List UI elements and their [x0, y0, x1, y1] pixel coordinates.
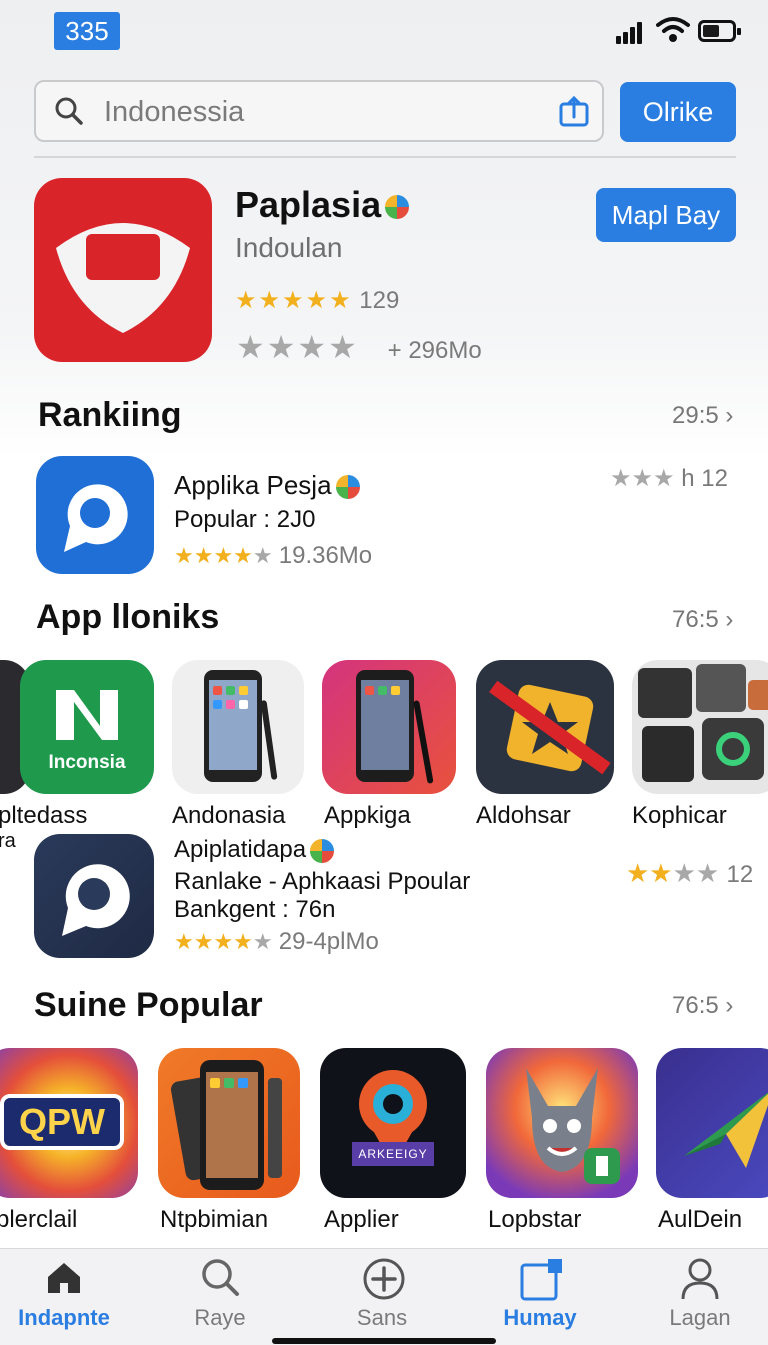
- app-label: pltedass: [0, 802, 88, 829]
- search-icon: [55, 97, 83, 125]
- home-icon: [48, 1263, 80, 1293]
- section-see-all-app-icons[interactable]: 76:5 ›: [672, 606, 733, 634]
- app-icon-applika[interactable]: [36, 456, 154, 574]
- verified-badge-icon: [310, 838, 335, 863]
- app-label: Applier: [324, 1206, 399, 1233]
- app-popularity: Popular : 2J0: [174, 506, 316, 533]
- side-rating: ★★★ h 12: [610, 465, 728, 492]
- section-title-suine-popular: Suine Popular: [34, 986, 263, 1024]
- tab-home[interactable]: Indapnte: [4, 1249, 124, 1345]
- star-rating-icon: ★★★★★: [235, 287, 353, 314]
- star-rating-icon: ★★★★: [174, 929, 253, 954]
- app-name: Apiplatidapa: [174, 836, 335, 864]
- app-label: AulDein: [658, 1206, 743, 1233]
- icon-label: QPW: [0, 1094, 124, 1150]
- home-indicator: [272, 1338, 496, 1344]
- divider: [34, 156, 736, 158]
- featured-rating: ★★★★★ 129: [235, 287, 400, 314]
- app-icon-apiplatidapa[interactable]: [34, 834, 154, 958]
- search-bar[interactable]: [34, 80, 604, 142]
- share-icon[interactable]: [558, 95, 590, 127]
- app-icon-ntpbimian[interactable]: [158, 1048, 300, 1198]
- featured-app-title: Paplasia: [235, 184, 410, 226]
- tab-search[interactable]: Raye: [160, 1249, 280, 1345]
- app-description: Ranlake - Aphkaasi Ppoular: [174, 868, 471, 895]
- star-rating-icon: ★★★★: [174, 543, 253, 568]
- app-label: Ntpbimian: [160, 1206, 269, 1233]
- app-ranking: Bankgent : 76n: [174, 896, 336, 923]
- verified-badge-icon: [385, 195, 410, 220]
- star-rating-icon: ★★: [626, 858, 673, 888]
- plus-circle-icon: [363, 1258, 405, 1300]
- app-icon-qpw[interactable]: QPW: [0, 1048, 138, 1198]
- featured-size-row: ★★★★ + 296Mo: [236, 329, 482, 365]
- tab-humay[interactable]: Humay: [480, 1249, 600, 1345]
- app-icon-andonasia[interactable]: [172, 660, 304, 794]
- wifi-icon: [656, 17, 690, 42]
- cellular-signal-icon: [616, 22, 644, 44]
- icon-label: ARKEEIGY: [352, 1142, 434, 1166]
- section-see-all-ranking[interactable]: 29:5 ›: [672, 402, 733, 430]
- app-icon-auldein[interactable]: [656, 1048, 768, 1198]
- section-title-app-icons: App lloniks: [36, 598, 220, 636]
- tab-profile[interactable]: Lagan: [640, 1249, 760, 1345]
- app-icon-lopbstar[interactable]: [486, 1048, 638, 1198]
- featured-app-subtitle: Indoulan: [235, 232, 343, 263]
- app-name: Applika Pesja: [174, 470, 360, 501]
- star-rating-icon: ★★★★: [236, 329, 359, 365]
- app-icon-appkiga[interactable]: [322, 660, 456, 794]
- battery-icon: [698, 20, 741, 42]
- status-time: 335: [54, 12, 120, 50]
- tab-create[interactable]: Sans: [322, 1249, 442, 1345]
- online-button[interactable]: Olrike: [620, 82, 736, 142]
- app-label: Aldohsar: [476, 802, 571, 829]
- app-icon-kophicar[interactable]: [632, 660, 768, 794]
- side-rating: ★★★★ 12: [626, 858, 754, 888]
- app-icon-applier[interactable]: ARKEEIGY: [320, 1048, 466, 1198]
- app-label: Kophicar: [632, 802, 727, 829]
- app-label: Lopbstar: [488, 1206, 582, 1233]
- app-label: ra: [0, 830, 16, 852]
- search-input[interactable]: [104, 94, 524, 130]
- app-label: plerclail: [0, 1206, 78, 1233]
- app-label: Appkiga: [324, 802, 411, 829]
- person-icon: [681, 1258, 719, 1300]
- section-see-all-popular[interactable]: 76:5 ›: [672, 992, 733, 1020]
- verified-badge-icon: [335, 475, 360, 500]
- section-title-ranking: Rankiing: [38, 396, 182, 434]
- get-button[interactable]: Mapl Bay: [596, 188, 736, 242]
- search-icon: [202, 1259, 239, 1296]
- app-icon-aldohsar[interactable]: [476, 660, 614, 794]
- app-label: Andonasia: [172, 802, 286, 829]
- app-rating-row: ★★★★★ 19.36Mo: [174, 542, 373, 569]
- tab-bar: Indapnte Raye Sans Humay Lagan: [0, 1248, 768, 1345]
- featured-app-icon[interactable]: [34, 178, 212, 362]
- app-rating-row: ★★★★★ 29-4plMo: [174, 928, 379, 955]
- icon-label: Inconsia: [48, 752, 126, 773]
- square-icon: [520, 1259, 562, 1301]
- app-icon-inconsia[interactable]: Inconsia: [20, 660, 154, 794]
- star-rating-icon: ★★★: [610, 465, 675, 492]
